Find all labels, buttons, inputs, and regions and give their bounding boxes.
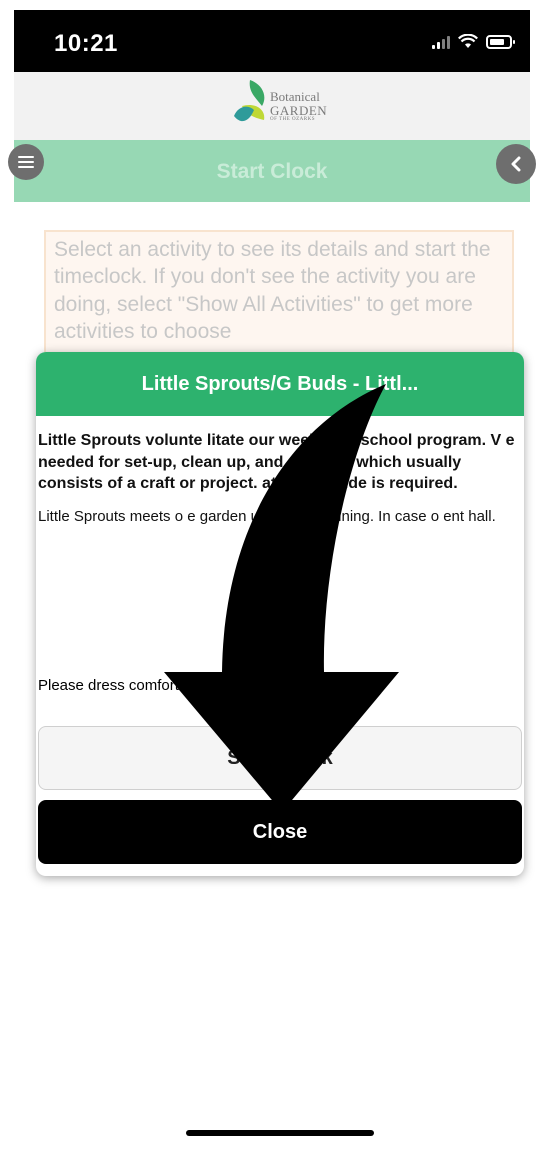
botanical-garden-logo: Botanical GARDEN OF THE OZARKS	[228, 76, 328, 136]
status-icons	[432, 34, 515, 49]
signal-icon	[432, 35, 450, 49]
wifi-icon	[458, 34, 478, 48]
logo-line2: GARDEN	[270, 102, 328, 118]
status-bar: 10:21	[14, 10, 530, 72]
app-screen: Botanical GARDEN OF THE OZARKS Start Clo…	[8, 72, 536, 1156]
home-indicator[interactable]	[186, 1130, 374, 1136]
logo-bar: Botanical GARDEN OF THE OZARKS	[14, 72, 530, 140]
logo-line3: OF THE OZARKS	[270, 117, 316, 123]
page-title: Start Clock	[216, 160, 328, 183]
logo-line1: Botanical	[270, 89, 320, 104]
down-arrow-overlay	[164, 384, 399, 812]
battery-icon	[486, 35, 515, 49]
nav-bar: Start Clock	[8, 140, 536, 202]
status-time: 10:21	[54, 30, 118, 57]
back-chevron-icon[interactable]	[496, 144, 536, 184]
